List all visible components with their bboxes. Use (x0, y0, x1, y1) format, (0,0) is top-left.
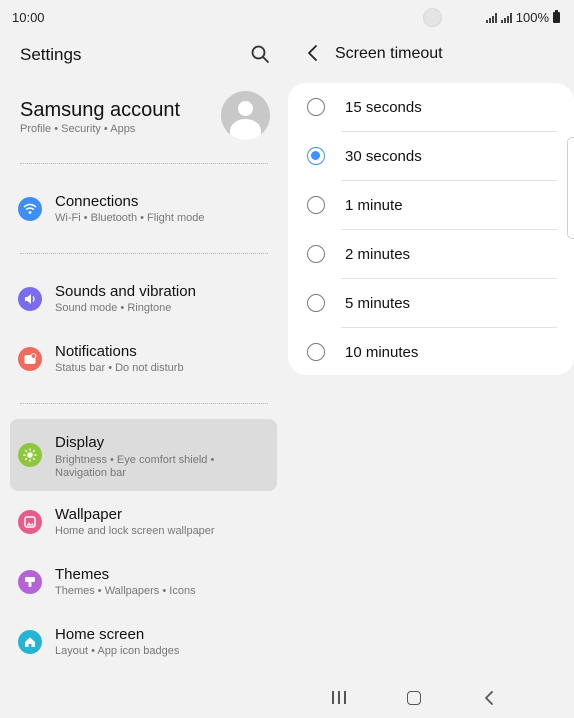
option-label: 5 minutes (345, 295, 411, 312)
signal-icon (485, 12, 497, 23)
menu-item-label: Wallpaper (55, 506, 122, 523)
radio-button[interactable] (307, 98, 325, 116)
menu-item-subtitle: Home and lock screen wallpaper (55, 525, 215, 537)
divider (20, 253, 268, 254)
menu-item-wallpaper[interactable]: Wallpaper Home and lock screen wallpaper (10, 502, 277, 542)
menu-item-connections[interactable]: Connections Wi-Fi • Bluetooth • Flight m… (10, 189, 277, 229)
menu-item-label: Connections (55, 193, 139, 210)
option-15-seconds[interactable]: 15 seconds (288, 83, 574, 132)
detail-header: Screen timeout (287, 34, 574, 74)
navigation-bar (287, 680, 574, 718)
scroll-handle[interactable] (567, 137, 574, 239)
settings-pane: Settings Samsung account Profile • Secur… (0, 34, 287, 674)
menu-item-display[interactable]: Display Brightness • Eye comfort shield … (10, 419, 277, 491)
battery-icon (553, 10, 560, 23)
option-label: 15 seconds (345, 99, 422, 116)
radio-button[interactable] (307, 245, 325, 263)
option-5-minutes[interactable]: 5 minutes (288, 279, 574, 328)
image-icon (18, 510, 42, 534)
menu-item-label: Sounds and vibration (55, 283, 196, 300)
status-bar: 10:00 100% (0, 0, 574, 34)
radio-button-selected[interactable] (307, 147, 325, 165)
divider (20, 163, 268, 164)
back-arrow-icon[interactable] (305, 43, 321, 63)
menu-item-subtitle: Layout • App icon badges (55, 645, 180, 657)
menu-item-home-screen[interactable]: Home screen Layout • App icon badges (10, 622, 277, 662)
battery-percent: 100% (515, 10, 549, 25)
account-subtitle: Profile • Security • Apps (20, 123, 136, 135)
radio-button[interactable] (307, 294, 325, 312)
menu-item-subtitle: Wi-Fi • Bluetooth • Flight mode (55, 212, 205, 224)
brush-icon (18, 570, 42, 594)
option-1-minute[interactable]: 1 minute (288, 181, 574, 230)
notification-icon (18, 347, 42, 371)
sun-icon (18, 443, 42, 467)
menu-item-label: Home screen (55, 626, 145, 643)
back-nav-icon[interactable] (483, 689, 495, 707)
option-2-minutes[interactable]: 2 minutes (288, 230, 574, 279)
option-label: 2 minutes (345, 246, 411, 263)
wifi-icon (18, 197, 42, 221)
home-button-icon[interactable] (407, 691, 421, 705)
option-label: 30 seconds (345, 148, 422, 165)
search-icon[interactable] (250, 44, 270, 64)
menu-item-subtitle: Themes • Wallpapers • Icons (55, 585, 196, 597)
account-name: Samsung account (20, 99, 181, 121)
divider (20, 403, 268, 404)
menu-item-subtitle: Status bar • Do not disturb (55, 362, 184, 374)
menu-item-sounds[interactable]: Sounds and vibration Sound mode • Ringto… (10, 279, 277, 319)
home-icon (18, 630, 42, 654)
menu-item-subtitle: Brightness • Eye comfort shield • Naviga… (55, 454, 215, 479)
recents-icon[interactable] (332, 691, 346, 704)
menu-item-label: Themes (55, 566, 110, 583)
menu-item-subtitle: Sound mode • Ringtone (55, 302, 172, 314)
option-30-seconds[interactable]: 30 seconds (288, 132, 574, 181)
volume-icon (18, 287, 42, 311)
status-icons: 100% (485, 10, 560, 25)
radio-button[interactable] (307, 343, 325, 361)
menu-item-label: Display (55, 434, 105, 451)
menu-item-notifications[interactable]: Notifications Status bar • Do not distur… (10, 339, 277, 379)
menu-item-label: Notifications (55, 343, 137, 360)
detail-title: Screen timeout (335, 45, 443, 62)
option-label: 1 minute (345, 197, 403, 214)
menu-item-themes[interactable]: Themes Themes • Wallpapers • Icons (10, 562, 277, 602)
option-label: 10 minutes (345, 344, 419, 361)
signal-icon (500, 12, 512, 23)
timeout-options-card: 15 seconds 30 seconds 1 minute 2 minutes… (288, 83, 574, 375)
status-time: 10:00 (12, 10, 45, 25)
option-10-minutes[interactable]: 10 minutes (288, 328, 574, 377)
page-title: Settings (20, 45, 82, 64)
avatar (221, 91, 270, 140)
camera-cutout (423, 8, 442, 27)
radio-button[interactable] (307, 196, 325, 214)
